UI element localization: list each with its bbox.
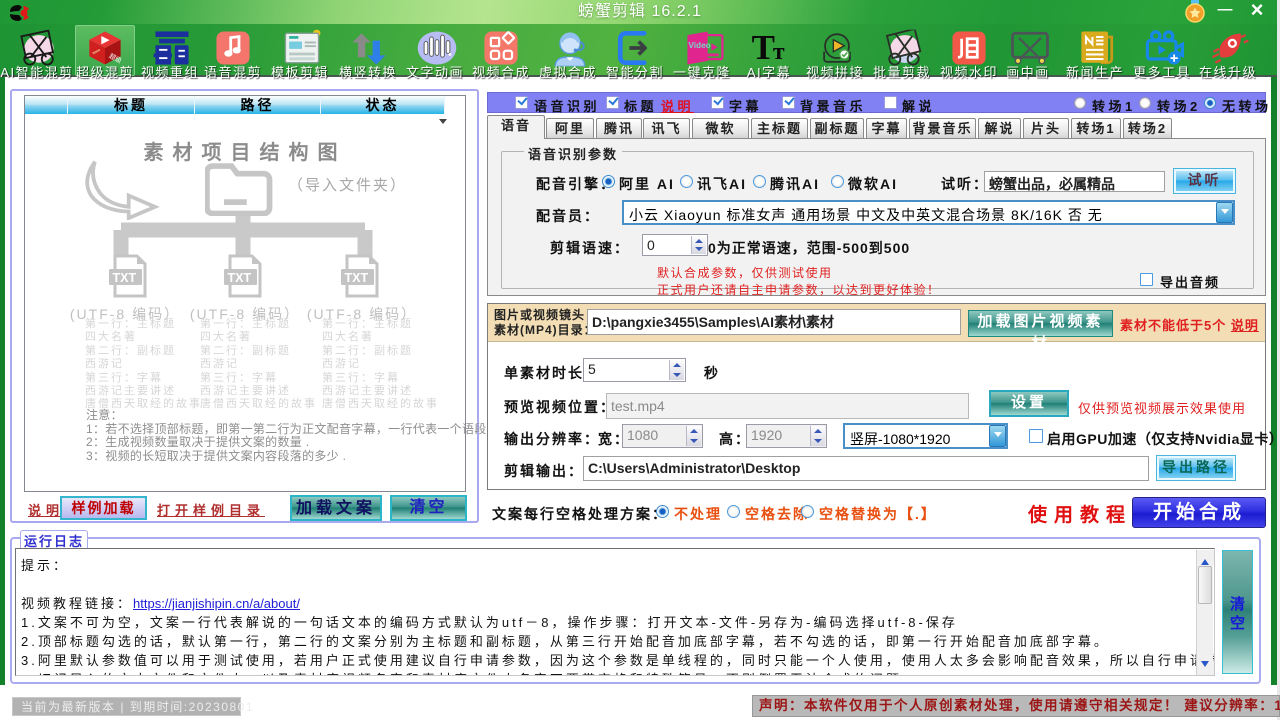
- svg-text:TXT: TXT: [345, 271, 369, 285]
- svg-text:T: T: [752, 30, 775, 67]
- svg-text:Video: Video: [688, 41, 710, 50]
- svg-text:TXT: TXT: [113, 271, 137, 285]
- svg-text:TXT: TXT: [228, 271, 252, 285]
